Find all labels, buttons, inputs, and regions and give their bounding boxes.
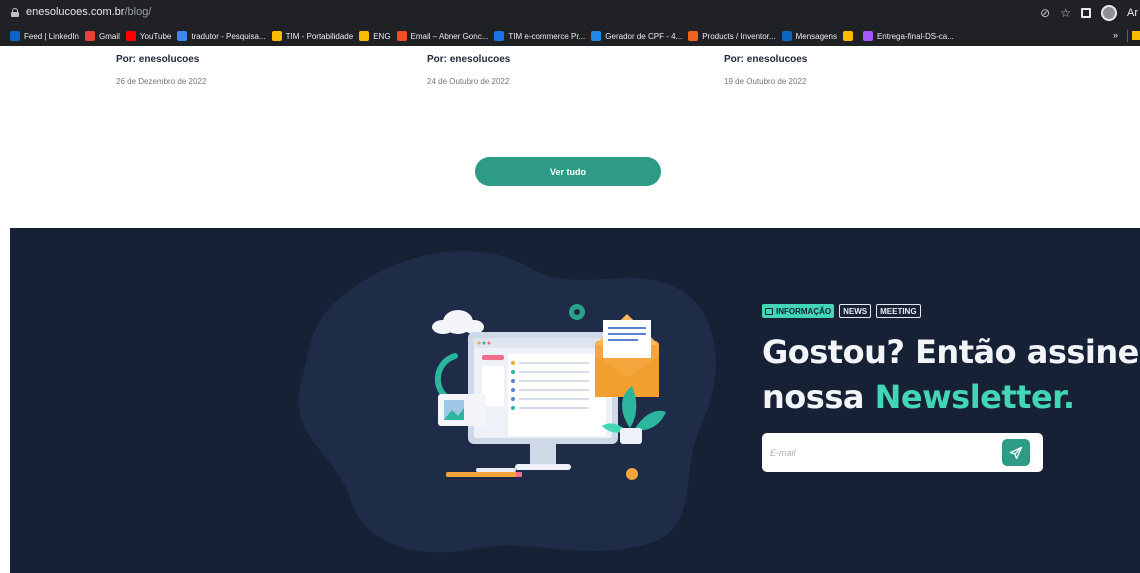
send-icon [1009,446,1023,459]
image-icon [438,394,486,426]
bookmark-favicon-icon [271,31,282,41]
page-content: Por: enesolucoes 26 de Dezembro de 2022 … [0,46,1140,573]
bookmark-label: ENG [373,31,391,41]
tag-news: NEWS [839,304,872,318]
url-host: enesolucoes.com.br [26,6,125,18]
bookmark-favicon-icon [688,31,699,41]
bookmark-favicon-icon [494,31,505,41]
post-author[interactable]: Por: enesolucoes [724,54,807,65]
bookmarks-divider [1127,30,1128,42]
post-author[interactable]: Por: enesolucoes [116,54,206,65]
profile-avatar[interactable] [1101,5,1117,21]
send-button[interactable] [1002,439,1030,466]
bookmark-item[interactable]: Gerador de CPF - 4... [591,26,688,46]
bookmark-item[interactable]: Gmail [85,26,126,46]
bookmark-label: YouTube [139,31,172,41]
bookmark-label: Entrega-final-DS-ca... [876,31,954,41]
bookmark-favicon-icon [842,31,853,41]
bookmark-favicon-icon [781,31,792,41]
star-icon[interactable]: ☆ [1060,7,1071,19]
gear-icon [569,304,585,320]
newsletter-tags: INFORMAÇÃO NEWS MEETING [762,304,921,318]
bookmark-label: Gerador de CPF - 4... [605,31,683,41]
url-text[interactable]: enesolucoes.com.br/blog/ [26,6,151,18]
post-date: 19 de Outubro de 2022 [724,77,807,86]
browser-chrome: enesolucoes.com.br/blog/ ⊘ ☆ Ar Feed | L… [0,0,1140,46]
bookmark-favicon-icon [359,31,370,41]
headline-line-2: nossa Newsletter. [762,375,1139,420]
bookmark-item[interactable]: Mensagens [781,26,843,46]
browser-toolbar-icons: ⊘ ☆ Ar [1040,3,1140,23]
bookmark-label: TIM - Portabilidade [285,31,354,41]
bookmark-favicon-icon [85,31,96,41]
post-date: 26 de Dezembro de 2022 [116,77,207,86]
computer-illustration [432,304,666,480]
side-panel-icon[interactable] [1081,8,1091,18]
bookmark-label: Mensagens [795,31,837,41]
bookmark-label: TIM e-commerce Pr... [508,31,586,41]
tag-informacao: INFORMAÇÃO [762,304,835,318]
blog-post-meta: Por: enesolucoes 19 de Outubro de 2022 [724,54,807,86]
post-date: 24 de Outubro de 2022 [427,77,510,86]
bookmark-favicon-icon [396,31,407,41]
blog-post-meta: Por: enesolucoes 26 de Dezembro de 2022 [116,54,206,86]
headline-line-1: Gostou? Então assine [762,333,1139,371]
bookmark-favicon-icon [10,31,20,41]
bookmark-item[interactable]: Entrega-final-DS-ca... [862,26,960,46]
bookmark-label: Feed | LinkedIn [24,31,80,41]
bookmark-item[interactable]: Email – Abner Gonc... [396,26,495,46]
bookmark-item[interactable]: tradutor - Pesquisa... [177,26,271,46]
headline-plain: nossa [762,378,875,416]
window-icon [765,307,773,315]
headline-accent: Newsletter. [874,378,1075,416]
bookmark-label: Gmail [99,31,120,41]
blog-post-meta: Por: enesolucoes 24 de Outubro de 2022 [427,54,510,86]
address-bar[interactable]: enesolucoes.com.br/blog/ ⊘ ☆ Ar [0,0,1140,25]
bookmark-favicon-icon [862,31,873,41]
email-field[interactable] [770,442,990,463]
newsletter-form [762,433,1043,472]
bookmark-item[interactable]: ENG [359,26,396,46]
bookmark-favicon-icon [177,31,188,41]
bookmark-item[interactable]: TIM e-commerce Pr... [494,26,591,46]
newsletter-headline: Gostou? Então assine nossa Newsletter. [762,330,1139,420]
post-author[interactable]: Por: enesolucoes [427,54,510,65]
tag-label: INFORMAÇÃO [776,306,832,316]
bookmark-item[interactable]: TIM - Portabilidade [271,26,360,46]
bookmark-item[interactable]: Feed | LinkedIn [0,26,85,46]
folder-icon[interactable] [1132,31,1140,40]
bookmark-label: Products / Inventor... [702,31,776,41]
cloud-icon [432,310,484,334]
bookmark-favicon-icon [125,31,136,41]
bookmark-item[interactable]: Products / Inventor... [688,26,781,46]
lock-icon [11,8,19,17]
view-all-button[interactable]: Ver tudo [475,157,661,186]
profile-initial: Ar [1127,7,1138,19]
eye-slash-icon[interactable]: ⊘ [1040,7,1050,19]
bookmark-label: Email – Abner Gonc... [410,31,489,41]
bookmark-favicon-icon [591,31,602,41]
bookmark-item[interactable]: YouTube [125,26,177,46]
url-path: /blog/ [124,6,152,18]
bookmark-item[interactable] [842,26,863,46]
newsletter-section: INFORMAÇÃO NEWS MEETING Gostou? Então as… [10,228,1140,573]
bookmarks-overflow-button[interactable]: » [1113,30,1118,40]
envelope-icon [595,314,659,397]
bookmarks-bar: Feed | LinkedIn Gmail YouTube tradutor - Pe… [0,26,1140,46]
tag-meeting: MEETING [876,304,921,318]
bookmark-label: tradutor - Pesquisa... [191,31,266,41]
